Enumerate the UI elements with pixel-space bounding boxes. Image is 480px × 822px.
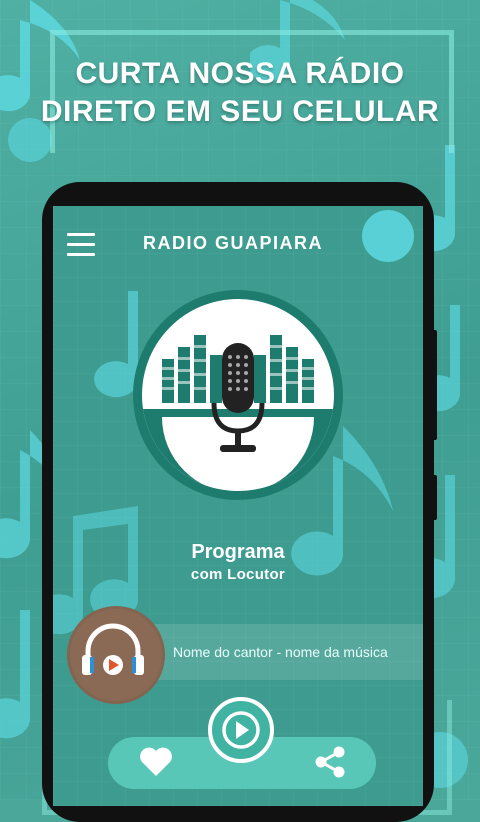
microphone-equalizer-icon [142, 299, 334, 491]
station-logo [133, 290, 343, 500]
now-playing-bar: Nome do cantor - nome da música [123, 624, 423, 680]
phone-side-button [432, 475, 437, 520]
hamburger-menu-icon[interactable] [67, 233, 95, 257]
program-subtitle: com Locutor [190, 566, 286, 583]
heart-icon[interactable] [138, 745, 174, 779]
share-icon[interactable] [312, 744, 348, 780]
program-title: Programa [191, 541, 285, 563]
app-bar: RADIO GUAPIARA [53, 206, 423, 284]
promo-headline: CURTA NOSSA RÁDIO DIRETO EM SEU CELULAR [0, 55, 480, 131]
play-button[interactable] [208, 697, 274, 763]
music-note-icon [430, 305, 460, 412]
headphones-icon [82, 623, 144, 675]
now-playing-text: Nome do cantor - nome da música [173, 644, 388, 660]
album-art [67, 606, 165, 704]
promo-headline-line2: DIRETO EM SEU CELULAR [40, 95, 440, 128]
app-title: RADIO GUAPIARA [143, 233, 324, 253]
promo-headline-line1: CURTA NOSSA RÁDIO [75, 57, 405, 90]
play-icon [222, 711, 260, 749]
phone-side-button [432, 330, 437, 440]
